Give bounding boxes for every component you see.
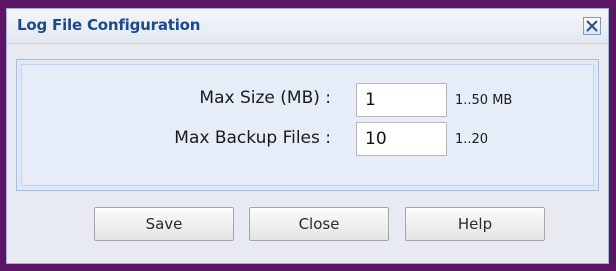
max-size-range: 1..50 MB [455,93,513,108]
max-backup-files-label: Max Backup Files : [174,128,331,148]
dialog-titlebar: Log File Configuration [7,9,608,44]
log-file-configuration-dialog: Log File Configuration Max Size (MB) : 1… [6,8,609,264]
settings-panel-inner: Max Size (MB) : 1..50 MB Max Backup File… [21,64,594,186]
max-backup-files-range: 1..20 [455,132,489,147]
settings-panel: Max Size (MB) : 1..50 MB Max Backup File… [16,59,599,191]
max-size-input[interactable] [356,83,447,117]
close-icon[interactable] [583,17,601,35]
close-button[interactable]: Close [249,207,389,241]
save-button[interactable]: Save [94,207,234,241]
max-backup-files-input[interactable] [356,122,447,156]
max-size-label: Max Size (MB) : [199,88,331,108]
dialog-title: Log File Configuration [17,16,201,34]
help-button[interactable]: Help [405,207,545,241]
